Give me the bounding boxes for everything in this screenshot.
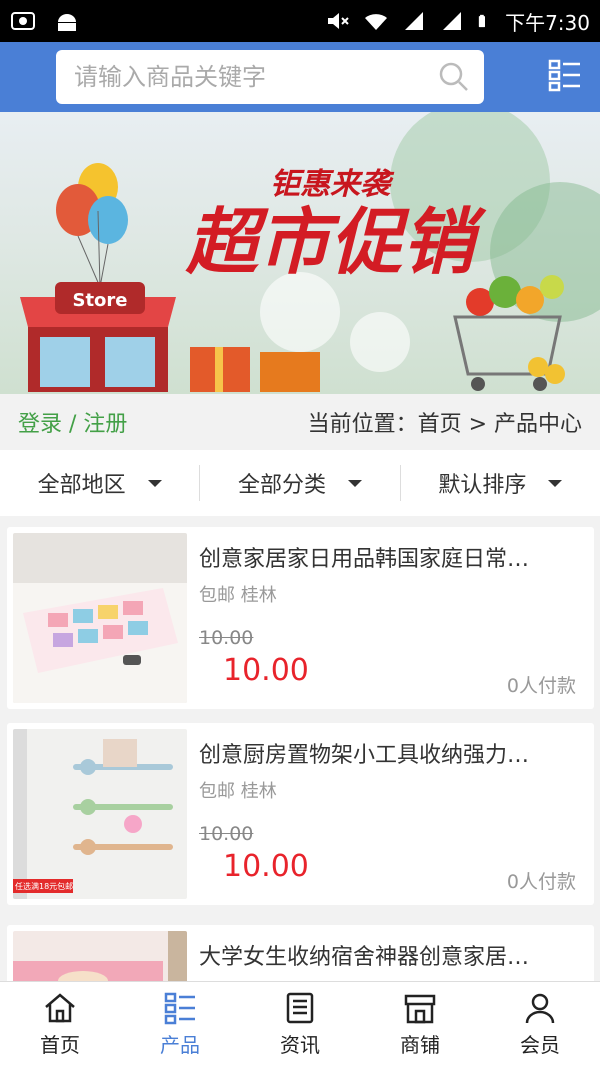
clock: 下午7:30	[505, 10, 590, 35]
balloons-icon	[56, 163, 128, 288]
product-card[interactable]: 创意家居家日用品韩国家庭日常… 包邮 桂林 10.00 10.00 0人付款	[7, 527, 594, 709]
product-price: 10.00	[223, 849, 309, 884]
product-list: 创意家居家日用品韩国家庭日常… 包邮 桂林 10.00 10.00 0人付款 任…	[0, 516, 600, 981]
shop-icon	[404, 994, 436, 1024]
search-icon[interactable]	[438, 61, 470, 93]
product-card[interactable]: 大学女生收纳宿舍神器创意家居…	[7, 925, 594, 981]
product-image[interactable]: 任选满18元包邮	[13, 729, 187, 899]
filter-region[interactable]: 全部地区	[0, 465, 199, 501]
product-title[interactable]: 大学女生收纳宿舍神器创意家居…	[199, 939, 579, 971]
nav-home-label: 首页	[40, 1033, 80, 1057]
filter-sort[interactable]: 默认排序	[399, 465, 600, 501]
location-bar: 登录 / 注册 当前位置：首页 > 产品中心	[0, 394, 600, 450]
dropdown-caret-icon	[348, 479, 362, 487]
filter-category[interactable]: 全部分类	[199, 465, 399, 501]
nav-news[interactable]: 资讯	[240, 982, 360, 1067]
product-image[interactable]	[13, 931, 187, 981]
dropdown-caret-icon	[147, 479, 162, 487]
product-image[interactable]	[13, 533, 187, 703]
breadcrumb: 当前位置：首页 > 产品中心	[307, 412, 582, 437]
filter-sort-label: 默认排序	[438, 473, 527, 498]
product-sold-count: 0人付款	[506, 675, 576, 697]
status-bar: 下午7:30	[0, 0, 600, 42]
dropdown-caret-icon	[548, 479, 563, 487]
android-icon	[58, 14, 76, 31]
battery-icon	[478, 14, 486, 28]
mute-icon	[328, 13, 349, 29]
nav-shops[interactable]: 商铺	[360, 982, 480, 1067]
user-icon	[525, 993, 555, 1024]
product-title[interactable]: 创意家居家日用品韩国家庭日常…	[199, 541, 579, 573]
promo-banner[interactable]: Store 钜惠来袭 超市促销	[0, 112, 600, 394]
category-menu-icon[interactable]	[548, 58, 582, 94]
filter-region-label: 全部地区	[37, 473, 126, 498]
signal-icon	[405, 12, 424, 30]
promo-badge: 任选满18元包邮	[15, 882, 74, 891]
search-input[interactable]	[74, 63, 438, 91]
search-box[interactable]	[56, 50, 484, 104]
bottom-nav: 首页 产品 资讯 商铺 会员	[0, 981, 600, 1067]
screenshot-icon	[11, 12, 35, 30]
banner-title: 超市促销	[185, 200, 487, 284]
product-price: 10.00	[223, 653, 309, 688]
nav-products[interactable]: 产品	[120, 982, 240, 1067]
home-icon	[45, 993, 75, 1023]
filter-bar: 全部地区 全部分类 默认排序	[0, 450, 600, 516]
nav-member-label: 会员	[520, 1033, 560, 1057]
shopping-cart-icon	[453, 275, 565, 391]
banner-subtitle: 钜惠来袭	[270, 167, 395, 202]
signal-2-icon	[443, 12, 462, 30]
product-old-price: 10.00	[199, 627, 254, 649]
product-sold-count: 0人付款	[506, 871, 576, 893]
wifi-icon	[365, 14, 388, 30]
login-register-link[interactable]: 登录 / 注册	[18, 406, 127, 438]
product-meta: 包邮 桂林	[199, 585, 277, 606]
nav-home[interactable]: 首页	[0, 982, 120, 1067]
nav-products-label: 产品	[160, 1033, 200, 1057]
list-icon	[164, 992, 195, 1025]
store-sign: Store	[72, 290, 127, 311]
banner-artwork: Store 钜惠来袭 超市促销	[20, 112, 600, 392]
search-header	[0, 42, 600, 112]
filter-category-label: 全部分类	[237, 473, 326, 498]
nav-news-label: 资讯	[280, 1033, 320, 1057]
product-card[interactable]: 任选满18元包邮 创意厨房置物架小工具收纳强力… 包邮 桂林 10.00 10.…	[7, 723, 594, 905]
product-old-price: 10.00	[199, 823, 254, 845]
news-icon	[286, 992, 314, 1024]
product-title[interactable]: 创意厨房置物架小工具收纳强力…	[199, 737, 579, 769]
nav-shops-label: 商铺	[400, 1033, 440, 1057]
product-meta: 包邮 桂林	[199, 781, 277, 802]
nav-member[interactable]: 会员	[480, 982, 600, 1067]
